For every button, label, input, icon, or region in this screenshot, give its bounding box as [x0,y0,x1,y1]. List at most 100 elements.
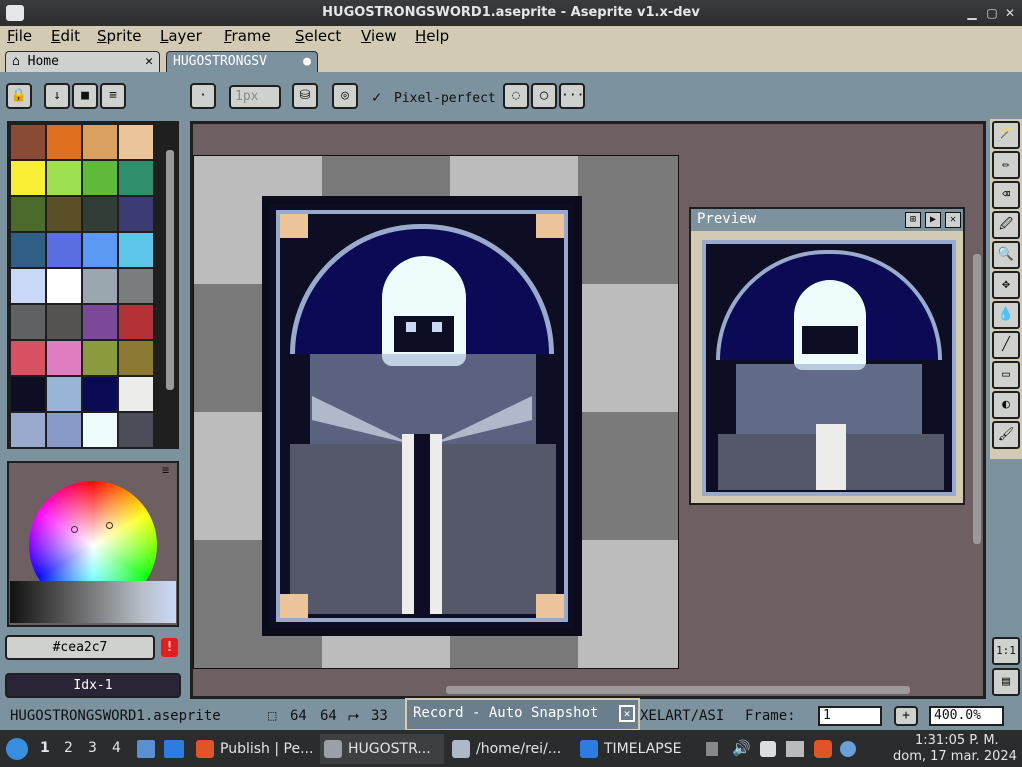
ink-type-icon[interactable]: ⛁ [292,83,318,109]
palette-swatch[interactable] [83,125,117,159]
minimize-button[interactable]: ▁ [964,5,980,21]
add-frame-button[interactable]: + [894,706,918,726]
palette-swatch[interactable] [83,233,117,267]
palette-swatch[interactable] [119,377,153,411]
palette-swatch[interactable] [83,161,117,195]
workspace-3[interactable]: 3 [88,740,97,756]
palette-swatch[interactable] [47,233,81,267]
brush-type-button[interactable]: · [190,83,216,109]
record-snapshot-panel[interactable]: Record - Auto Snapshot ✕ [405,698,640,731]
zoom-icon[interactable]: 🔍 [992,241,1020,269]
preview-window[interactable]: Preview ⊞ ▶ ✕ [689,207,965,505]
vertical-scrollbar[interactable] [973,254,981,544]
warning-icon[interactable]: ! [161,638,178,657]
line-icon[interactable]: ╱ [992,331,1020,359]
palette-swatch[interactable] [119,233,153,267]
palette-swatch[interactable] [11,161,45,195]
shade-strip[interactable] [10,581,176,623]
maximize-button[interactable]: ▢ [984,5,1000,21]
more-options-button[interactable]: ··· [559,83,585,109]
tab-home[interactable]: ⌂ Home ✕ [5,51,160,72]
palette-swatch[interactable] [119,305,153,339]
file-manager-icon[interactable] [137,740,155,758]
zoom-input[interactable]: 400.0% [929,706,1004,726]
timeline-toggle-icon[interactable]: ▤ [992,668,1020,696]
palette-swatch[interactable] [47,269,81,303]
pencil-icon[interactable]: ✏ [992,151,1020,179]
palette-swatch[interactable] [83,197,117,231]
menu-edit[interactable]: Edit [51,27,80,45]
opacity-icon[interactable]: ◎ [332,83,358,109]
palette-scrollbar[interactable] [166,150,174,390]
task-publish[interactable]: Publish | Pe... [192,734,316,764]
tab-file[interactable]: HUGOSTRONGSV ● [166,51,318,72]
menu-layer[interactable]: Layer [160,27,202,45]
workspace-1[interactable]: 1 [40,740,50,756]
menu-view[interactable]: View [361,27,397,45]
clipboard-icon[interactable] [760,741,776,757]
smoothing-icon[interactable]: ◯ [531,83,557,109]
move-icon[interactable]: ✥ [992,271,1020,299]
palette-swatch[interactable] [119,413,153,447]
palette-swatch[interactable] [119,161,153,195]
workspace-2[interactable]: 2 [64,740,73,756]
palette-swatch[interactable] [47,413,81,447]
brush-size-input[interactable]: 1px [229,85,281,109]
palette-swatch[interactable] [11,233,45,267]
save-palette-icon[interactable]: ■ [72,83,98,109]
menu-sprite[interactable]: Sprite [97,27,142,45]
lock-icon[interactable]: 🔒 [6,83,32,109]
tab-home-close-icon[interactable]: ✕ [145,54,153,69]
sprite-artwork[interactable] [262,196,582,636]
eyedropper-icon[interactable]: 🖉 [992,211,1020,239]
palette-menu-icon[interactable]: ≡ [100,83,126,109]
palette-swatch[interactable] [47,341,81,375]
menu-select[interactable]: Select [295,27,341,45]
horizontal-scrollbar[interactable] [446,686,910,694]
rectangle-icon[interactable]: ▭ [992,361,1020,389]
palette-swatch[interactable] [11,377,45,411]
palette-swatch[interactable] [83,305,117,339]
menu-help[interactable]: Help [415,27,449,45]
workspace-4[interactable]: 4 [112,740,121,756]
color-index-field[interactable]: Idx-1 [5,673,181,698]
eraser-icon[interactable]: ⌫ [992,181,1020,209]
menu-frame[interactable]: Frame [224,27,271,45]
show-desktop-icon[interactable] [164,740,184,758]
palette-swatch[interactable] [119,125,153,159]
palette-swatch[interactable] [119,341,153,375]
pixel-perfect-checkbox[interactable]: ✓ [372,88,381,106]
palette-swatch[interactable] [11,197,45,231]
menu-file[interactable]: File [7,27,32,45]
wheel-marker[interactable] [71,526,78,533]
palette-swatch[interactable] [47,197,81,231]
palette-swatch[interactable] [83,269,117,303]
blur-icon[interactable]: ◐ [992,391,1020,419]
palette-swatch[interactable] [11,413,45,447]
palette-swatch[interactable] [83,413,117,447]
palette-swatch[interactable] [47,305,81,339]
volume-icon[interactable]: 🔊 [732,739,751,757]
palette-swatch[interactable] [119,197,153,231]
palette-swatch[interactable] [119,269,153,303]
start-menu-icon[interactable] [6,738,28,760]
brush-icon[interactable]: 🖌 [992,421,1020,449]
record-close-icon[interactable]: ✕ [619,705,635,722]
palette-swatch[interactable] [47,161,81,195]
close-window-button[interactable]: ✕ [1002,5,1018,21]
task-terminal[interactable]: /home/rei/... [448,734,572,764]
palette-swatch[interactable] [11,305,45,339]
sort-down-icon[interactable]: ↓ [44,83,70,109]
tray-icon[interactable] [706,742,718,756]
symmetry-icon[interactable]: ◌ [503,83,529,109]
task-timelapse[interactable]: TIMELAPSE [576,734,700,764]
frame-input[interactable]: 1 [818,706,882,726]
wheel-menu-icon[interactable]: ≡ [162,463,169,477]
task-aseprite[interactable]: HUGOSTR... [320,734,444,764]
preview-play-icon[interactable]: ▶ [925,212,941,228]
brave-tray-icon[interactable] [814,740,832,758]
update-icon[interactable] [840,741,856,757]
preview-close-icon[interactable]: ✕ [945,212,961,228]
display-icon[interactable] [786,741,804,757]
preview-center-icon[interactable]: ⊞ [905,212,921,228]
